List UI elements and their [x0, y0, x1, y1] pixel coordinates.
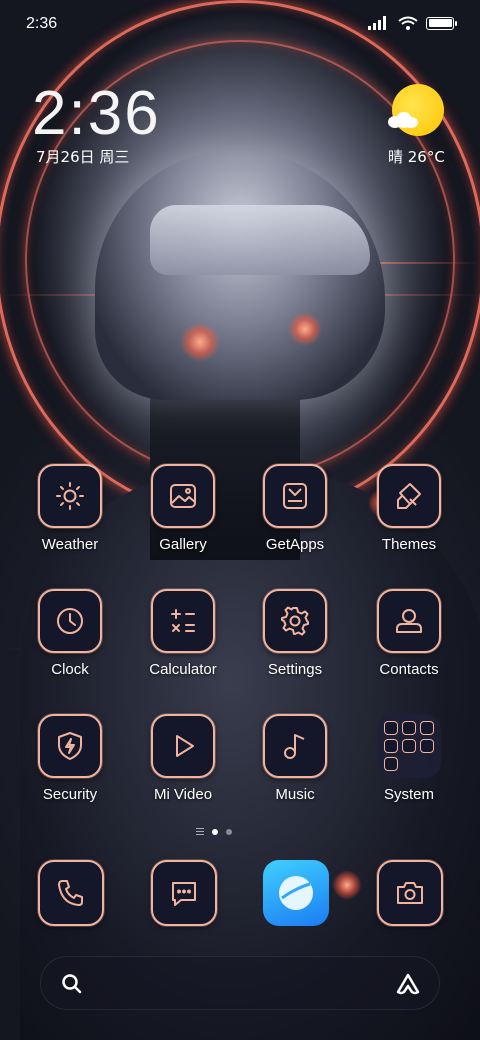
robot-visor — [150, 205, 370, 275]
app-clock[interactable]: Clock — [15, 589, 125, 678]
glow-dot — [332, 870, 362, 900]
app-label: Themes — [381, 536, 437, 553]
mini-app-icon — [384, 721, 398, 735]
app-mi-video[interactable]: Mi Video — [128, 714, 238, 803]
brush-icon[interactable] — [377, 464, 441, 528]
mini-app-icon — [384, 739, 398, 753]
app-label: Security — [42, 786, 98, 803]
glow-dot — [180, 322, 220, 362]
status-bar: 2:36 — [0, 0, 480, 48]
dock-messages[interactable] — [150, 860, 218, 928]
weather-sun-icon[interactable] — [392, 84, 444, 136]
browser-icon[interactable] — [263, 860, 329, 926]
clock-icon[interactable] — [38, 589, 102, 653]
app-label: System — [383, 786, 434, 803]
app-system-folder[interactable]: System — [354, 714, 464, 803]
sun-icon[interactable] — [38, 464, 102, 528]
dock-phone[interactable] — [37, 860, 105, 928]
app-calculator[interactable]: Calculator — [128, 589, 238, 678]
page-dot-active — [212, 828, 218, 835]
mini-app-icon — [402, 721, 416, 735]
gear-icon[interactable] — [263, 589, 327, 653]
mini-app-icon — [420, 739, 434, 753]
page-indicator[interactable] — [196, 828, 232, 835]
app-weather[interactable]: Weather — [15, 464, 125, 553]
music-note-icon[interactable] — [263, 714, 327, 778]
dock-camera[interactable] — [376, 860, 444, 928]
clock-widget-time[interactable]: 2:36 — [32, 78, 161, 149]
assistant-icon[interactable] — [395, 972, 421, 996]
app-gallery[interactable]: Gallery — [128, 464, 238, 553]
app-label: Music — [275, 786, 315, 803]
person-icon[interactable] — [377, 589, 441, 653]
status-icons — [368, 16, 457, 30]
page-dot — [226, 828, 232, 835]
message-icon[interactable] — [151, 860, 217, 926]
weather-cloud-icon — [388, 112, 418, 128]
app-label: Calculator — [149, 661, 217, 678]
phone-icon[interactable] — [38, 860, 104, 926]
dock-browser[interactable] — [263, 860, 331, 928]
mini-app-icon — [402, 739, 416, 753]
signal-icon — [368, 16, 386, 30]
clock-widget-date[interactable]: 7月26日 周三 — [36, 146, 129, 167]
folder-icon[interactable] — [377, 714, 441, 778]
battery-icon — [426, 16, 457, 30]
app-settings[interactable]: Settings — [240, 589, 350, 678]
app-label: Gallery — [159, 536, 207, 553]
wifi-icon — [398, 16, 418, 30]
mini-app-icon — [384, 757, 398, 771]
glow-dot — [288, 312, 322, 346]
app-contacts[interactable]: Contacts — [354, 589, 464, 678]
app-label: Mi Video — [153, 786, 213, 803]
weather-widget-text[interactable]: 晴 26°C — [388, 146, 445, 167]
app-label: GetApps — [265, 536, 325, 553]
status-time: 2:36 — [26, 15, 58, 32]
image-icon[interactable] — [151, 464, 215, 528]
app-getapps[interactable]: GetApps — [240, 464, 350, 553]
store-icon[interactable] — [263, 464, 327, 528]
app-themes[interactable]: Themes — [354, 464, 464, 553]
search-icon[interactable] — [61, 973, 83, 995]
app-music[interactable]: Music — [240, 714, 350, 803]
app-label: Settings — [267, 661, 323, 678]
search-bar[interactable] — [40, 956, 440, 1010]
app-label: Clock — [51, 661, 89, 678]
app-security[interactable]: Security — [15, 714, 125, 803]
calculator-icon[interactable] — [151, 589, 215, 653]
app-label: Weather — [41, 536, 99, 553]
app-label: Contacts — [379, 661, 439, 678]
play-icon[interactable] — [151, 714, 215, 778]
camera-icon[interactable] — [377, 860, 443, 926]
mini-app-icon — [420, 721, 434, 735]
shield-icon[interactable] — [38, 714, 102, 778]
page-list-icon — [196, 828, 204, 835]
